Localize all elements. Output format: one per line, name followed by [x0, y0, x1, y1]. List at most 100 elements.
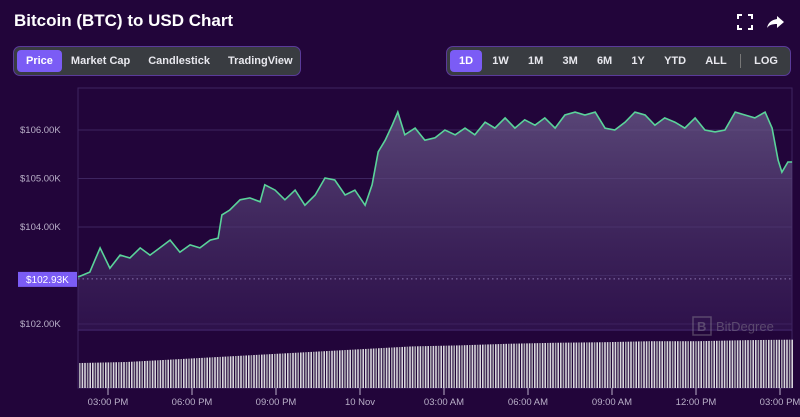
volume-bar — [588, 342, 591, 388]
volume-bar — [240, 355, 242, 388]
volume-bar — [682, 341, 684, 388]
bitdegree-watermark: B BitDegree — [692, 316, 774, 336]
volume-bar — [500, 344, 502, 388]
volume-bar — [138, 361, 141, 388]
volume-bar — [349, 349, 351, 388]
volume-bar — [445, 345, 448, 388]
volume-bar — [284, 353, 286, 388]
range-log[interactable]: LOG — [745, 50, 787, 72]
volume-bar — [744, 340, 747, 388]
tab-candlestick[interactable]: Candlestick — [139, 50, 219, 72]
volume-bar — [453, 345, 455, 388]
volume-bar — [739, 340, 741, 388]
volume-bar — [263, 354, 266, 388]
volume-bar — [167, 359, 169, 388]
price-chart[interactable]: $102.00K$103.00K$104.00K$105.00K$106.00K… — [0, 80, 800, 417]
volume-bar — [643, 341, 645, 388]
volume-bar — [708, 340, 710, 388]
volume-bar — [177, 359, 180, 388]
range-1d[interactable]: 1D — [450, 50, 483, 72]
volume-bar — [645, 341, 648, 388]
svg-text:BitDegree: BitDegree — [716, 319, 774, 334]
volume-bar — [274, 353, 276, 388]
volume-bar — [118, 362, 120, 388]
volume-bar — [599, 342, 601, 388]
volume-bar — [281, 353, 284, 388]
volume-bar — [536, 343, 539, 388]
volume-bar — [539, 343, 541, 388]
volume-bar — [549, 342, 552, 388]
volume-bar — [557, 342, 559, 388]
volume-bar — [144, 360, 146, 388]
volume-bar — [508, 343, 510, 388]
volume-bar — [318, 351, 320, 388]
volume-bar — [151, 360, 154, 388]
volume-bar — [393, 347, 396, 388]
volume-bar — [268, 354, 271, 388]
volume-bar — [289, 353, 292, 388]
volume-bar — [664, 341, 666, 388]
volume-bar — [149, 360, 151, 388]
volume-bar — [679, 341, 682, 388]
range-1w[interactable]: 1W — [483, 50, 518, 72]
volume-bar — [593, 342, 596, 388]
volume-bar — [638, 341, 640, 388]
fullscreen-icon[interactable] — [735, 12, 755, 32]
volume-bar — [692, 341, 695, 388]
volume-bar — [705, 341, 708, 388]
volume-bar — [89, 362, 91, 388]
range-all[interactable]: ALL — [696, 50, 735, 72]
share-icon[interactable] — [766, 12, 786, 32]
volume-bar — [713, 340, 715, 388]
volume-bar — [354, 349, 357, 388]
volume-bar — [515, 343, 518, 388]
range-1y[interactable]: 1Y — [622, 50, 653, 72]
tab-market-cap[interactable]: Market Cap — [62, 50, 139, 72]
volume-bar — [307, 352, 310, 388]
volume-bar — [729, 340, 731, 388]
volume-bar — [136, 361, 138, 388]
volume-bar — [372, 348, 375, 388]
range-ytd[interactable]: YTD — [655, 50, 695, 72]
volume-bar — [669, 341, 671, 388]
volume-bar — [489, 344, 492, 388]
volume-bar — [666, 341, 669, 388]
volume-bar — [547, 342, 549, 388]
range-3m[interactable]: 3M — [553, 50, 586, 72]
volume-bar — [510, 343, 513, 388]
y-tick-label: $105.00K — [20, 174, 61, 185]
volume-bar — [721, 340, 723, 388]
volume-bar — [471, 344, 474, 388]
x-tick-label: 03:00 AM — [424, 397, 464, 408]
volume-bar — [560, 342, 562, 388]
volume-bar — [107, 362, 110, 388]
tab-price[interactable]: Price — [17, 50, 62, 72]
price-area — [78, 112, 793, 330]
volume-bar — [365, 348, 367, 388]
volume-bar — [310, 351, 312, 388]
volume-bar — [209, 357, 211, 388]
volume-bar — [541, 343, 544, 388]
volume-bar — [609, 342, 611, 388]
volume-bar — [479, 344, 481, 388]
volume-bar — [513, 343, 515, 388]
volume-bar — [222, 356, 224, 388]
volume-bar — [461, 345, 463, 388]
volume-bar — [492, 344, 494, 388]
volume-bar — [162, 360, 164, 388]
volume-bar — [224, 356, 227, 388]
volume-bar — [653, 341, 656, 388]
range-1m[interactable]: 1M — [519, 50, 552, 72]
range-6m[interactable]: 6M — [588, 50, 621, 72]
volume-bar — [188, 358, 190, 388]
volume-bar — [237, 355, 240, 388]
volume-bar — [383, 347, 385, 388]
tab-tradingview[interactable]: TradingView — [219, 50, 302, 72]
volume-bar — [788, 339, 791, 388]
volume-bar — [482, 344, 484, 388]
x-tick-label: 09:00 PM — [256, 397, 297, 408]
volume-bar — [258, 354, 260, 388]
volume-bar — [484, 344, 487, 388]
volume-bar — [632, 341, 635, 388]
page-title: Bitcoin (BTC) to USD Chart — [14, 11, 234, 30]
